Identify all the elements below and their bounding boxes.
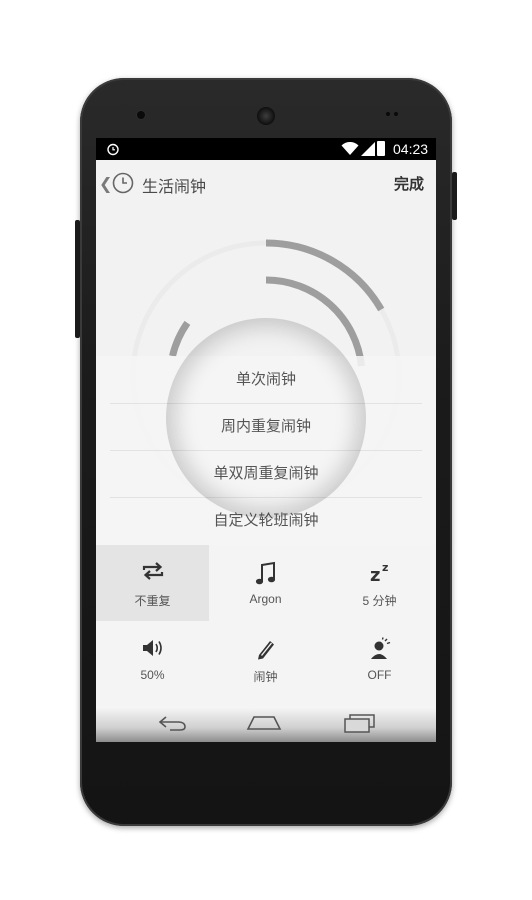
battery-icon xyxy=(377,141,385,156)
snooze-icon: z z xyxy=(370,561,388,583)
wifi-icon xyxy=(341,142,359,155)
nav-bar xyxy=(96,707,436,742)
done-button[interactable]: 完成 xyxy=(394,173,424,194)
picker-item-biweekly-repeat[interactable]: 单双周重复闹钟 xyxy=(110,450,422,498)
pencil-icon xyxy=(257,641,274,660)
front-camera xyxy=(137,111,145,119)
volume-rocker xyxy=(75,220,80,338)
option-volume-label: 50% xyxy=(140,668,165,682)
light-sensor xyxy=(394,112,398,116)
dial-left-arc xyxy=(169,320,191,357)
alarm-type-picker: 单次闹钟 周内重复闹钟 单双周重复闹钟 自定义轮班闹钟 xyxy=(96,356,436,546)
picker-item-single[interactable]: 单次闹钟 xyxy=(110,356,422,404)
option-wake[interactable]: OFF xyxy=(323,621,436,697)
picker-item-weekday-repeat[interactable]: 周内重复闹钟 xyxy=(110,403,422,451)
music-note-icon xyxy=(255,561,275,585)
dial-inner-arc xyxy=(265,276,365,367)
option-repeat-label: 不重复 xyxy=(134,594,171,608)
chevron-left-icon[interactable]: ❮ xyxy=(99,174,112,193)
option-volume[interactable]: 50% xyxy=(96,621,209,697)
alarm-icon xyxy=(107,143,119,156)
home-icon[interactable] xyxy=(246,713,282,733)
svg-text:z: z xyxy=(370,565,380,583)
option-label[interactable]: 闹钟 xyxy=(209,621,322,697)
clock-time: 04:23 xyxy=(393,141,429,157)
option-ringtone-label: Argon xyxy=(249,592,282,606)
option-snooze[interactable]: z z 5 分钟 xyxy=(323,545,436,621)
signal-icon xyxy=(361,142,375,156)
options-grid: 不重复 Argon z z 5 分钟 50% 闹钟 OFF xyxy=(96,545,436,707)
app-bar: ❮ 生活闹钟 完成 xyxy=(96,160,436,206)
picker-item-custom-shift[interactable]: 自定义轮班闹钟 xyxy=(110,497,422,544)
back-icon[interactable] xyxy=(156,713,188,733)
wake-person-icon xyxy=(370,637,390,659)
status-bar: 04:23 xyxy=(96,138,436,160)
recents-icon[interactable] xyxy=(342,713,378,735)
power-button xyxy=(452,172,457,220)
proximity-sensor xyxy=(386,112,390,116)
option-repeat[interactable]: 不重复 xyxy=(96,545,209,621)
option-label-label: 闹钟 xyxy=(253,670,278,684)
page-title: 生活闹钟 xyxy=(142,177,207,196)
option-ringtone[interactable]: Argon xyxy=(209,545,322,621)
option-snooze-label: 5 分钟 xyxy=(362,594,397,608)
svg-text:z: z xyxy=(382,561,388,574)
earpiece-speaker xyxy=(257,107,275,125)
repeat-icon xyxy=(142,562,163,580)
clock-icon[interactable] xyxy=(112,172,134,194)
screen: 04:23 ❮ 生活闹钟 完成 单次闹钟 周内重复闹钟 单双周重复闹钟 自定义轮… xyxy=(96,138,436,742)
volume-icon xyxy=(142,640,162,656)
option-wake-label: OFF xyxy=(367,668,392,682)
